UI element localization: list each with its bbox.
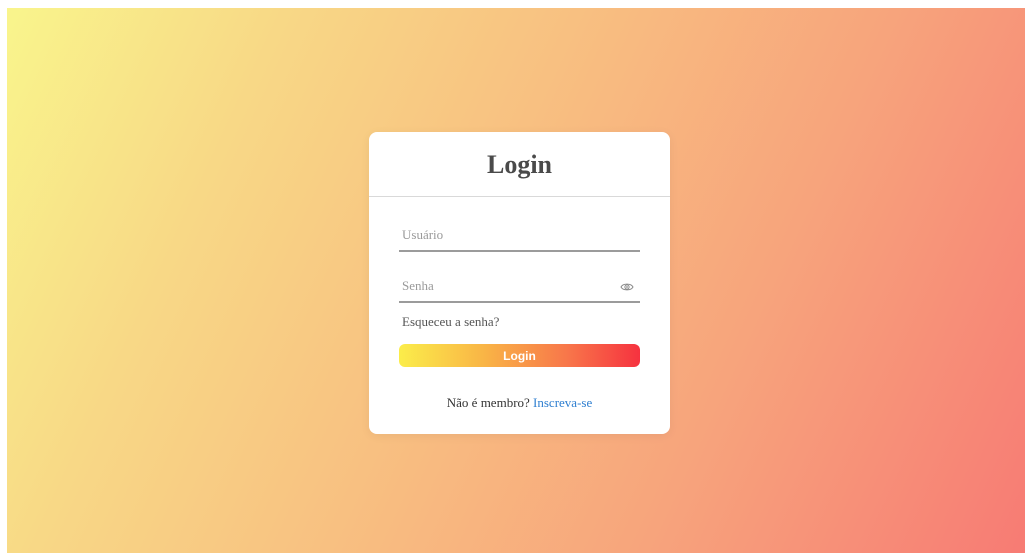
page-title: Login — [486, 150, 553, 179]
signup-row: Não é membro? Inscreva-se — [369, 395, 670, 411]
login-card: Login Esqueceu a senha? Login Não é memb… — [369, 132, 670, 434]
card-header: Login — [369, 132, 670, 197]
signup-prompt: Não é membro? — [446, 395, 530, 410]
signup-link[interactable]: Inscreva-se — [533, 395, 592, 410]
login-button[interactable]: Login — [399, 344, 640, 367]
eye-icon[interactable] — [620, 279, 634, 293]
password-input[interactable] — [399, 271, 640, 301]
username-input[interactable] — [399, 220, 640, 250]
forgot-password-link[interactable]: Esqueceu a senha? — [402, 314, 499, 330]
username-field-container — [399, 220, 640, 252]
page-background: Login Esqueceu a senha? Login Não é memb… — [7, 8, 1025, 553]
password-field-container — [399, 271, 640, 303]
